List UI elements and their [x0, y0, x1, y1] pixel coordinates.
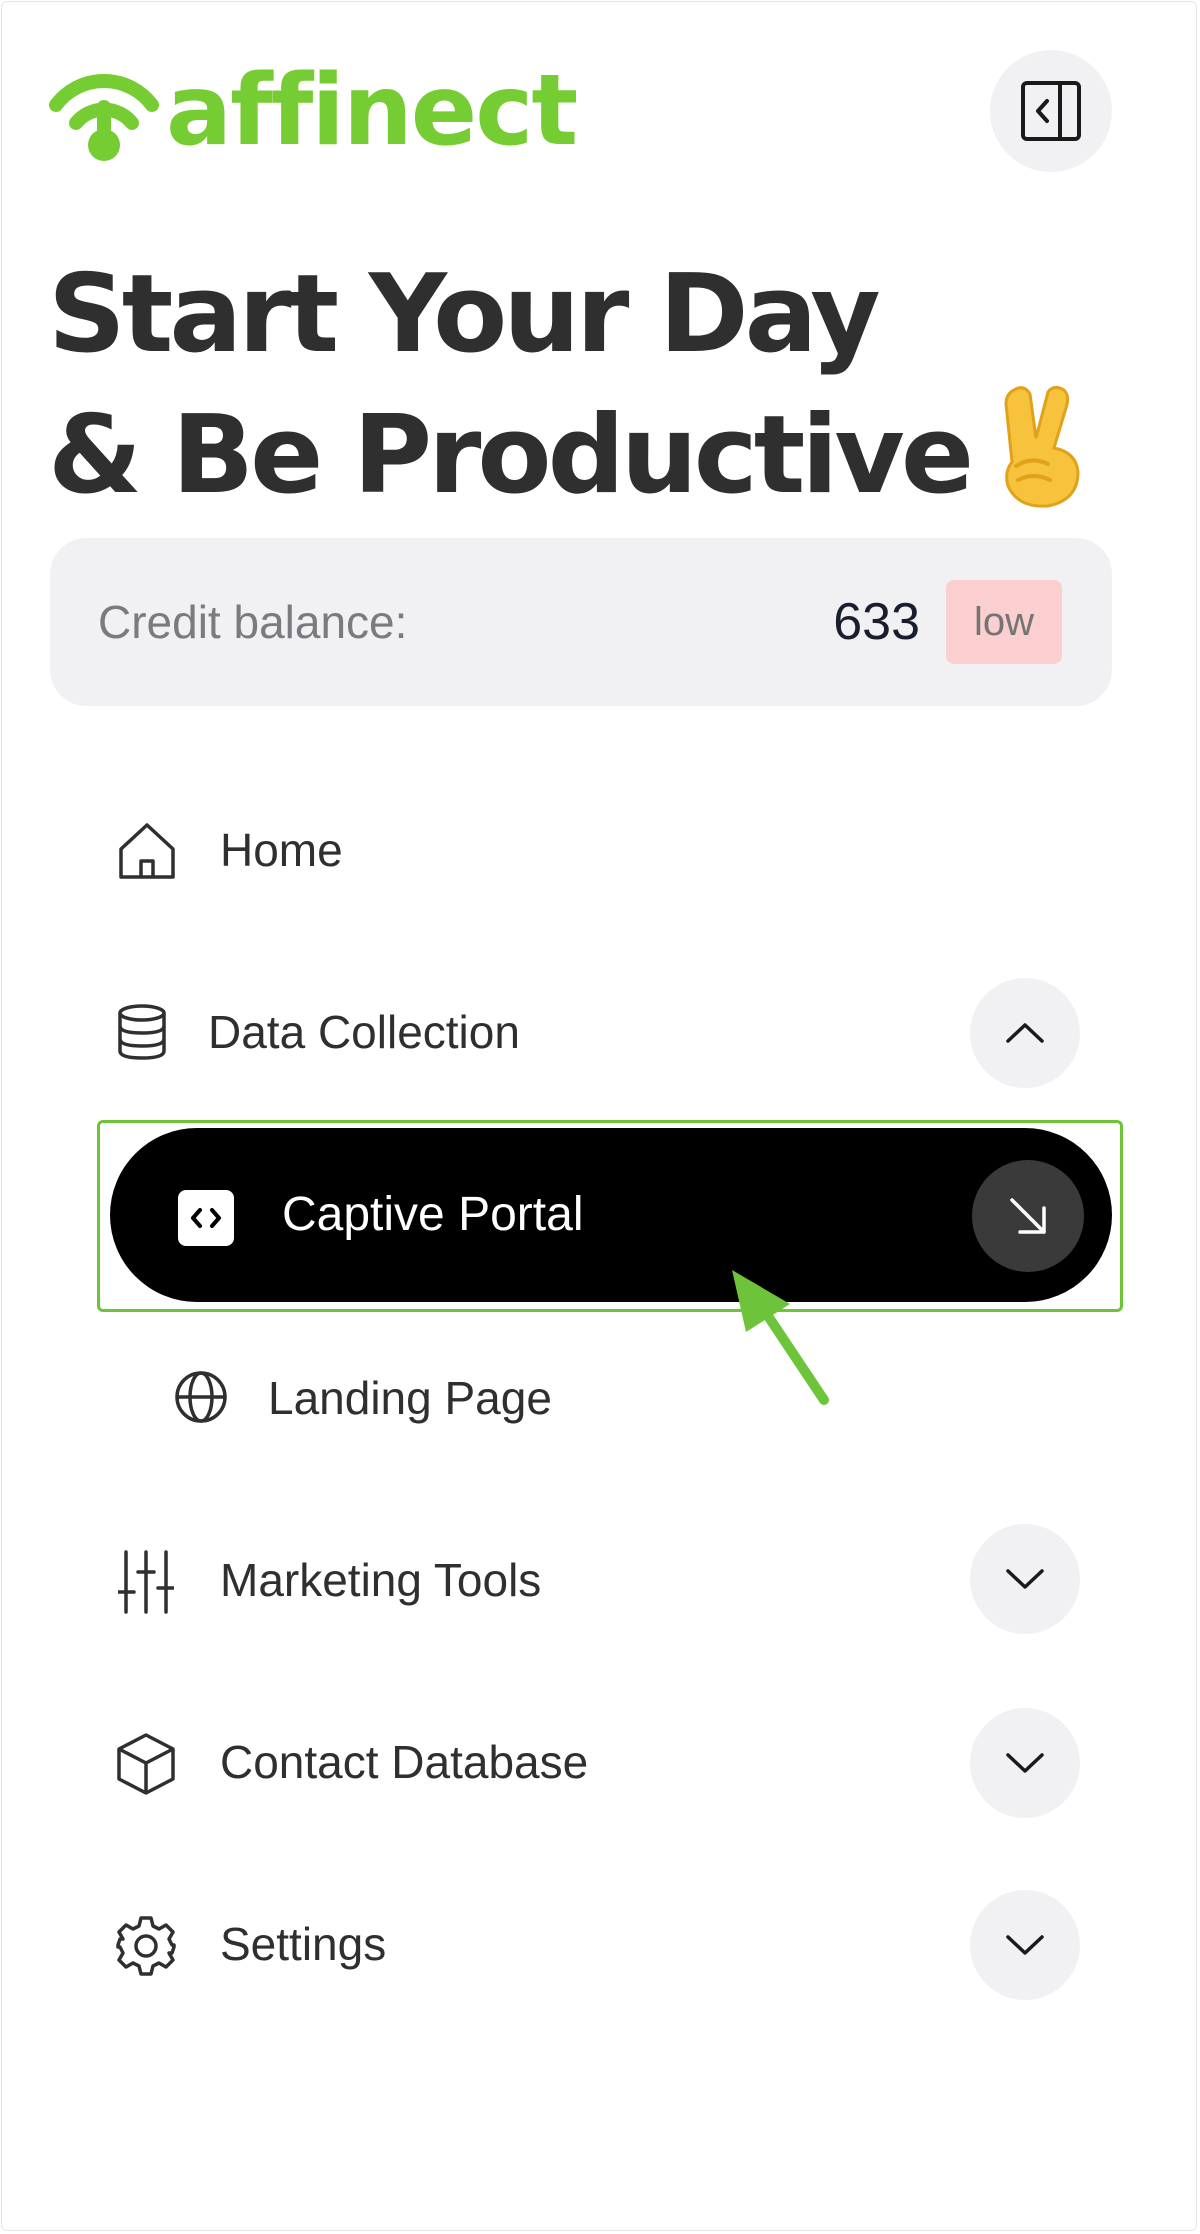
- collapse-sidebar-button[interactable]: [990, 50, 1112, 172]
- wifi-logo-icon: [49, 74, 159, 161]
- sliders-icon: [116, 1550, 176, 1614]
- contact-database-toggle[interactable]: [970, 1708, 1080, 1818]
- chevron-down-icon: [1006, 1569, 1044, 1589]
- nav-landing-page[interactable]: Landing Page: [268, 1368, 552, 1428]
- nav-home[interactable]: Home: [220, 820, 343, 880]
- marketing-tools-toggle[interactable]: [970, 1524, 1080, 1634]
- chevron-down-icon: [1006, 1935, 1044, 1955]
- brand-name: affinect: [166, 54, 578, 168]
- chevron-down-icon: [1006, 1753, 1044, 1773]
- brand-logo[interactable]: affinect: [48, 54, 578, 168]
- credit-balance-value: 633: [833, 593, 920, 651]
- credit-status-badge: low: [946, 580, 1062, 664]
- page-greeting: Start Your Day & Be Productive: [48, 248, 1090, 541]
- sidebar-collapse-icon: [1021, 81, 1081, 141]
- greeting-line-2: & Be Productive: [48, 382, 1090, 541]
- nav-captive-portal[interactable]: [110, 1128, 1112, 1302]
- nav-settings[interactable]: Settings: [220, 1914, 386, 1974]
- credit-balance-card: Credit balance: 633 low: [50, 538, 1112, 706]
- code-icon: [178, 1190, 234, 1246]
- nav-data-collection[interactable]: Data Collection: [208, 1002, 520, 1062]
- home-icon: [114, 818, 180, 884]
- globe-icon: [174, 1370, 228, 1424]
- nav-captive-portal-label: Captive Portal: [282, 1188, 584, 1241]
- nav-marketing-tools[interactable]: Marketing Tools: [220, 1550, 541, 1610]
- victory-hand-icon: [992, 382, 1090, 541]
- cube-icon: [114, 1732, 178, 1796]
- captive-portal-open-button[interactable]: [972, 1160, 1084, 1272]
- data-collection-toggle[interactable]: [970, 978, 1080, 1088]
- credit-balance-label: Credit balance:: [98, 596, 408, 648]
- arrow-down-right-icon: [1010, 1198, 1046, 1234]
- nav-contact-database[interactable]: Contact Database: [220, 1732, 588, 1792]
- chevron-up-icon: [1006, 1023, 1044, 1043]
- pointer-arrow-icon: [732, 1270, 829, 1405]
- settings-toggle[interactable]: [970, 1890, 1080, 2000]
- database-icon: [114, 1004, 170, 1060]
- gear-icon: [114, 1914, 178, 1978]
- greeting-line-1: Start Your Day: [48, 252, 881, 377]
- greeting-line-2-text: & Be Productive: [48, 393, 974, 518]
